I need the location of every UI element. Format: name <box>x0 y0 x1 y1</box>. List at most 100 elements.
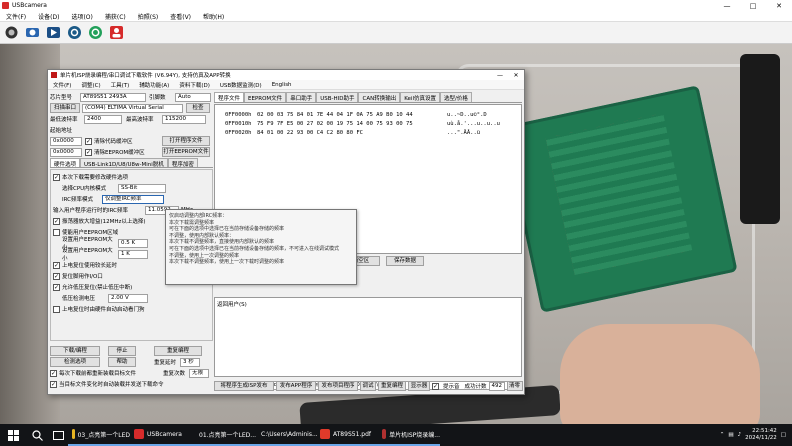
programmer-close-icon[interactable]: ✕ <box>508 72 524 79</box>
beep-checkbox[interactable]: ✓ <box>432 382 439 390</box>
menu-options[interactable]: 选项(O) <box>65 12 98 21</box>
gear-icon[interactable] <box>65 23 84 42</box>
tab-hw-options[interactable]: 硬件选项 <box>50 158 81 168</box>
eeprom-size-select-1[interactable]: 0.5 K <box>118 238 148 248</box>
cpu-mode-select[interactable]: SS-Bit <box>118 183 166 193</box>
chip-select[interactable]: AT89S51 2493A <box>80 92 146 102</box>
clear-code-checkbox[interactable]: ✓ <box>85 137 92 145</box>
tab-program-file[interactable]: 程序文件 <box>214 92 245 102</box>
chevron-up-icon[interactable]: ⌃ <box>720 432 725 438</box>
display-button[interactable]: 显示器 <box>408 381 430 391</box>
repeat-button[interactable]: 重复编程 <box>378 381 406 391</box>
repeat-program-button[interactable]: 重复编程 <box>154 346 202 356</box>
irc-mode-select[interactable]: 仅调整IRC频率 <box>102 194 164 204</box>
tab-can[interactable]: CAN转换输出 <box>358 92 401 102</box>
taskbar-app-folder[interactable]: 03_点亮第一个LED <box>68 424 130 446</box>
open-eeprom-button[interactable]: 打开EEPROM文件 <box>162 147 210 157</box>
tab-keil[interactable]: Keil仿真设置 <box>400 92 440 102</box>
retry-count-select[interactable]: 无限 <box>189 368 209 378</box>
tab-serial-assistant[interactable]: 串口助手 <box>286 92 317 102</box>
scan-port-button[interactable]: 扫描串口 <box>50 103 80 113</box>
save-data-button[interactable]: 保存数据 <box>386 256 424 266</box>
open-program-button[interactable]: 打开程序文件 <box>162 136 210 146</box>
publish-project-button[interactable]: 发布项目程序 <box>318 381 358 391</box>
prog-menu-file[interactable]: 文件(F) <box>48 81 76 89</box>
watchdog-checkbox[interactable] <box>53 305 60 313</box>
retry-delay-select[interactable]: 3 秒 <box>180 357 200 367</box>
maximize-icon[interactable]: □ <box>740 2 766 10</box>
prog-menu-adjust[interactable]: 调整(C) <box>76 81 105 89</box>
tab-encrypt[interactable]: 程序加密 <box>167 158 198 168</box>
volume-icon[interactable]: ♪ <box>738 432 742 438</box>
prog-menu-usb[interactable]: USB数据监测(D) <box>215 81 267 89</box>
notification-icon[interactable]: □ <box>781 432 786 438</box>
prog-menu-english[interactable]: English <box>267 82 297 88</box>
prog-menu-aux[interactable]: 辅助功能(A) <box>134 81 174 89</box>
device-settings-icon[interactable] <box>23 23 42 42</box>
clear-count-button[interactable]: 清零 <box>506 381 523 391</box>
clock-date: 2024/11/22 <box>745 435 777 441</box>
clear-eeprom-checkbox[interactable]: ✓ <box>85 148 92 156</box>
taskbar-app-pdf[interactable]: AT89S51.pdf <box>316 424 378 446</box>
debug-button[interactable]: 调试 <box>360 381 376 391</box>
pins-select[interactable]: Auto <box>175 92 211 102</box>
publish-isp-button[interactable]: 将程序生成ISP发布 <box>214 381 274 391</box>
tab-price[interactable]: 选型/价格 <box>439 92 472 102</box>
clock[interactable]: 22:51:42 2024/11/22 <box>745 428 777 442</box>
taskbar-app-usbcamera[interactable]: USBcamera <box>130 424 192 446</box>
port-select[interactable]: (COM4) ELTIMA Virtual Serial <box>82 103 183 113</box>
check-options-button[interactable]: 检测选项 <box>50 357 100 367</box>
tooltip-line: 可在下面的选项中选择已在当前存储设备存储的频率，不可进入在线调试模式 <box>169 245 340 252</box>
output-log[interactable]: 返回用户(S) <box>214 297 522 377</box>
task-view-icon[interactable] <box>48 424 68 446</box>
menu-file[interactable]: 文件(F) <box>0 12 32 21</box>
record-icon[interactable] <box>44 23 63 42</box>
long-reset-checkbox[interactable]: ✓ <box>53 261 60 269</box>
refresh-icon[interactable] <box>86 23 105 42</box>
lvr-checkbox[interactable]: ✓ <box>53 283 60 291</box>
auto-send-checkbox[interactable]: ✓ <box>50 380 57 388</box>
tab-usb-hid[interactable]: USB-HID助手 <box>316 92 359 102</box>
minimize-icon[interactable]: — <box>714 2 740 10</box>
tab-offline[interactable]: USB-Link1D/U8/U8w-Mini脱机 <box>80 158 168 168</box>
osc-gain-checkbox[interactable]: ✓ <box>53 217 60 225</box>
stop-button[interactable]: 停止 <box>108 346 136 356</box>
download-button[interactable]: 下载/编程 <box>50 346 100 356</box>
taskbar-app-terminal[interactable]: C:\Users\Adminis... <box>254 424 318 446</box>
eeprom-size-select-2[interactable]: 1 K <box>118 249 148 259</box>
close-icon[interactable]: ✕ <box>766 2 792 10</box>
start-addr-input-2[interactable]: 0x0000 <box>50 147 82 157</box>
taskbar-app-doc[interactable]: 01.点亮第一个LED... <box>192 424 256 446</box>
lvd-select[interactable]: 2.00 V <box>108 293 148 303</box>
menu-help[interactable]: 帮助(H) <box>197 12 230 21</box>
taskbar-app-programmer[interactable]: 单片机ISP烧录编... <box>378 424 440 446</box>
menu-capture[interactable]: 捕获(C) <box>99 12 132 21</box>
prog-menu-tools[interactable]: 工具(T) <box>106 81 135 89</box>
programmer-logo-icon <box>51 72 57 78</box>
tooltip-line: 不调整，使用内部默认频率： <box>169 232 235 239</box>
clear-code-label: 清除代码缓冲区 <box>94 139 133 145</box>
programmer-minimize-icon[interactable]: — <box>492 72 508 79</box>
search-icon[interactable] <box>26 424 48 446</box>
tab-eeprom-file[interactable]: EEPROM文件 <box>244 92 287 102</box>
help-button[interactable]: 帮助 <box>108 357 136 367</box>
start-icon[interactable] <box>0 424 26 446</box>
menu-view[interactable]: 查看(V) <box>164 12 197 21</box>
publish-app-button[interactable]: 发布APP程序 <box>276 381 316 391</box>
right-tabs: 程序文件 EEPROM文件 串口助手 USB-HID助手 CAN转换输出 Kei… <box>214 92 522 103</box>
menu-device[interactable]: 设备(D) <box>32 12 65 21</box>
modify-hw-checkbox[interactable]: ✓ <box>53 173 60 181</box>
max-baud-select[interactable]: 115200 <box>162 114 206 124</box>
user-icon[interactable] <box>107 23 126 42</box>
auto-reload-checkbox[interactable]: ✓ <box>50 369 57 377</box>
user-eeprom-checkbox[interactable] <box>53 228 60 236</box>
camera-capture-icon[interactable] <box>2 23 21 42</box>
prog-menu-download[interactable]: 资料下载(D) <box>174 81 215 89</box>
reset-io-checkbox[interactable]: ✓ <box>53 272 60 280</box>
menu-snapshot[interactable]: 拍照(S) <box>132 12 165 21</box>
min-baud-select[interactable]: 2400 <box>84 114 122 124</box>
check-button[interactable]: 检查 <box>186 103 210 113</box>
network-icon[interactable]: ▤ <box>728 432 733 438</box>
programmer-title: 单片机ISP烧录编程/串口调试下载软件 (V6.94Y), 支持仿真及APP转换 <box>60 73 231 79</box>
start-addr-input-1[interactable]: 0x0000 <box>50 136 82 146</box>
